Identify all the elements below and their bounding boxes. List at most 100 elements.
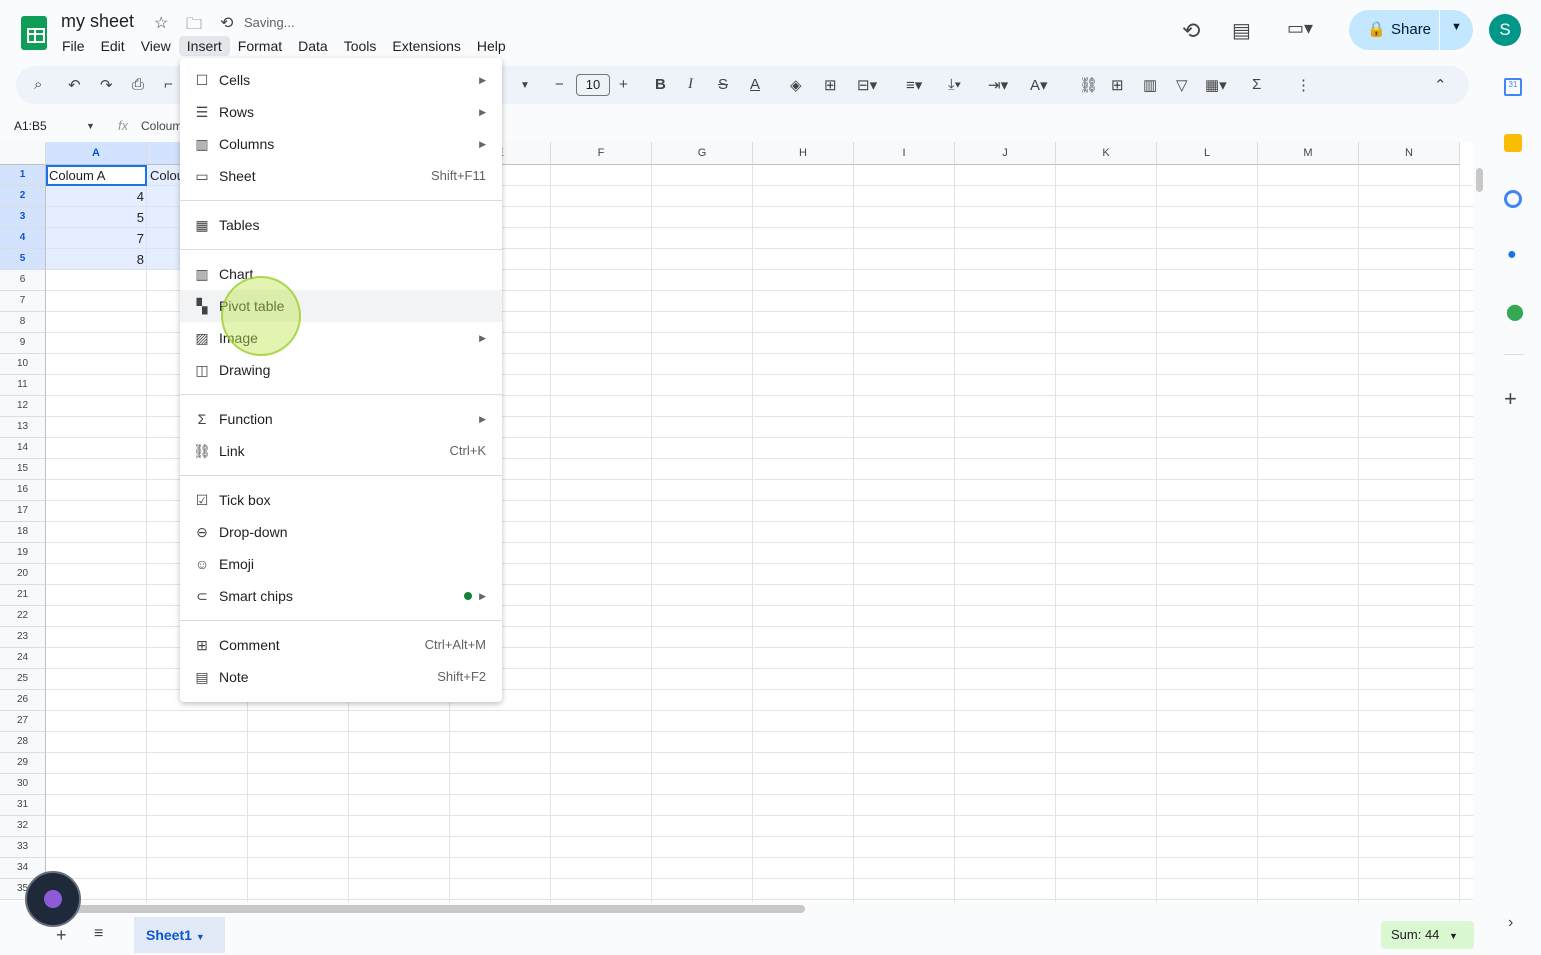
row-header-22[interactable]: 22	[0, 606, 46, 627]
rotate-icon[interactable]: A▾	[1030, 76, 1048, 94]
menu-item-tick-box[interactable]: ☑ Tick box	[180, 484, 502, 516]
row-header-25[interactable]: 25	[0, 669, 46, 690]
add-addon-icon[interactable]: +	[1504, 386, 1517, 412]
column-header-L[interactable]: L	[1157, 142, 1258, 165]
menu-edit[interactable]: Edit	[93, 36, 133, 56]
calendar-icon[interactable]: 31	[1504, 78, 1522, 96]
print-icon[interactable]: ⎙	[132, 76, 144, 93]
menu-help[interactable]: Help	[469, 36, 514, 56]
functions-icon[interactable]: Σ	[1252, 76, 1261, 93]
sheet-tab-dropdown-icon[interactable]: ▼	[196, 932, 205, 942]
share-button[interactable]: 🔒 Share ▼	[1349, 10, 1473, 50]
menu-item-comment[interactable]: ⊞ Comment Ctrl+Alt+M	[180, 629, 502, 661]
keep-icon[interactable]	[1504, 134, 1522, 152]
vertical-scrollbar[interactable]	[1476, 168, 1483, 192]
avatar[interactable]: S	[1489, 14, 1521, 46]
row-header-26[interactable]: 26	[0, 690, 46, 711]
strikethrough-icon[interactable]: S	[718, 76, 728, 93]
menu-format[interactable]: Format	[230, 36, 290, 56]
history-icon[interactable]: ⟲	[1182, 18, 1200, 44]
cell-A4[interactable]: 7	[46, 228, 147, 249]
meet-icon[interactable]: ▭▾	[1287, 18, 1313, 39]
menu-item-chart[interactable]: ▥ Chart	[180, 258, 502, 290]
row-header-17[interactable]: 17	[0, 501, 46, 522]
formula-input[interactable]: Coloum	[141, 119, 182, 133]
column-header-F[interactable]: F	[551, 142, 652, 165]
column-header-M[interactable]: M	[1258, 142, 1359, 165]
horizontal-scrollbar[interactable]	[60, 905, 805, 913]
decrease-font-icon[interactable]: −	[555, 76, 564, 93]
name-box[interactable]: A1:B5	[14, 119, 47, 133]
menu-item-rows[interactable]: ☰ Rows ▶	[180, 96, 502, 128]
row-header-13[interactable]: 13	[0, 417, 46, 438]
redo-icon[interactable]: ↷	[100, 76, 113, 94]
all-sheets-icon[interactable]: ≡	[94, 925, 103, 943]
menu-item-drop-down[interactable]: ⊖ Drop-down	[180, 516, 502, 548]
menu-item-cells[interactable]: ☐ Cells ▶	[180, 64, 502, 96]
menu-item-function[interactable]: Σ Function ▶	[180, 403, 502, 435]
more-icon[interactable]: ⋮	[1296, 76, 1311, 94]
row-header-23[interactable]: 23	[0, 627, 46, 648]
cell-A1[interactable]: Coloum A	[46, 165, 147, 186]
row-header-2[interactable]: 2	[0, 186, 46, 207]
column-header-I[interactable]: I	[854, 142, 955, 165]
row-header-27[interactable]: 27	[0, 711, 46, 732]
row-header-24[interactable]: 24	[0, 648, 46, 669]
row-header-9[interactable]: 9	[0, 333, 46, 354]
menu-file[interactable]: File	[54, 36, 93, 56]
row-header-6[interactable]: 6	[0, 270, 46, 291]
add-sheet-icon[interactable]: +	[56, 925, 67, 946]
align-icon[interactable]: ≡▾	[906, 76, 922, 94]
row-header-20[interactable]: 20	[0, 564, 46, 585]
row-header-19[interactable]: 19	[0, 543, 46, 564]
recorder-button[interactable]	[25, 871, 81, 927]
filter-icon[interactable]: ▽	[1176, 76, 1188, 94]
menu-item-link[interactable]: ⛓ Link Ctrl+K	[180, 435, 502, 467]
row-header-5[interactable]: 5	[0, 249, 46, 270]
menu-item-columns[interactable]: ▥ Columns ▶	[180, 128, 502, 160]
row-header-14[interactable]: 14	[0, 438, 46, 459]
menu-tools[interactable]: Tools	[336, 36, 385, 56]
comments-icon[interactable]: ▤	[1232, 18, 1251, 43]
row-header-15[interactable]: 15	[0, 459, 46, 480]
menu-item-emoji[interactable]: ☺ Emoji	[180, 548, 502, 580]
column-header-G[interactable]: G	[652, 142, 753, 165]
menu-item-sheet[interactable]: ▭ Sheet Shift+F11	[180, 160, 502, 192]
insert-chart-icon[interactable]: ▥	[1143, 76, 1157, 94]
row-header-21[interactable]: 21	[0, 585, 46, 606]
menu-item-note[interactable]: ▤ Note Shift+F2	[180, 661, 502, 693]
paint-format-icon[interactable]: ⌐	[164, 76, 173, 93]
menu-view[interactable]: View	[133, 36, 179, 56]
doc-title[interactable]: my sheet	[61, 11, 134, 32]
wrap-icon[interactable]: ⇥▾	[988, 76, 1008, 94]
row-header-10[interactable]: 10	[0, 354, 46, 375]
valign-icon[interactable]: ⤓▾	[948, 76, 961, 93]
menu-extensions[interactable]: Extensions	[384, 36, 468, 56]
sheets-logo[interactable]	[21, 16, 47, 50]
expand-panel-icon[interactable]: ›	[1508, 914, 1513, 932]
row-header-29[interactable]: 29	[0, 753, 46, 774]
insert-comment-icon[interactable]: ⊞	[1111, 76, 1124, 94]
cell-A5[interactable]: 8	[46, 249, 147, 270]
sheet-tab[interactable]: Sheet1 ▼	[134, 917, 225, 953]
share-dropdown-icon[interactable]: ▼	[1451, 21, 1462, 33]
row-header-7[interactable]: 7	[0, 291, 46, 312]
link-icon[interactable]: ⛓	[1079, 76, 1098, 94]
menu-item-drawing[interactable]: ◫ Drawing	[180, 354, 502, 386]
row-header-1[interactable]: 1	[0, 165, 46, 186]
merge-icon[interactable]: ⊟▾	[857, 76, 877, 94]
undo-icon[interactable]: ↶	[68, 76, 81, 94]
font-dropdown-icon[interactable]: ▼	[520, 80, 530, 91]
borders-icon[interactable]: ⊞	[824, 76, 837, 94]
search-icon[interactable]: ⌕	[34, 76, 42, 93]
bold-icon[interactable]: B	[655, 76, 666, 93]
column-header-N[interactable]: N	[1359, 142, 1460, 165]
row-header-28[interactable]: 28	[0, 732, 46, 753]
maps-icon[interactable]: ⬤	[1506, 302, 1524, 322]
cell-A2[interactable]: 4	[46, 186, 147, 207]
row-header-30[interactable]: 30	[0, 774, 46, 795]
table-view-icon[interactable]: ▦▾	[1205, 76, 1227, 94]
font-size-input[interactable]: 10	[576, 74, 610, 96]
star-icon[interactable]: ☆	[154, 13, 168, 33]
row-header-8[interactable]: 8	[0, 312, 46, 333]
